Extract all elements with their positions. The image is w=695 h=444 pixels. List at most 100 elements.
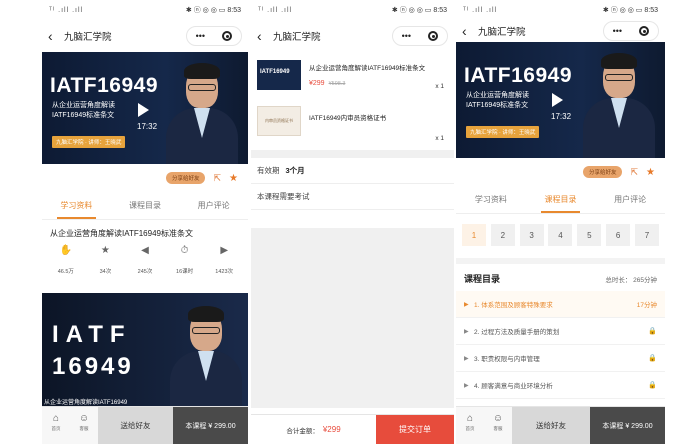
video-subtitle: 从企业运营角度解读IATF16949标准条文 — [466, 92, 529, 109]
service-tab[interactable]: ☺ 客服 — [70, 407, 98, 444]
status-time: 8:53 — [227, 7, 241, 14]
play-icon[interactable] — [138, 103, 149, 117]
more-icon[interactable]: ••• — [402, 31, 411, 41]
page-button[interactable]: 7 — [634, 224, 659, 246]
page-button[interactable]: 4 — [548, 224, 573, 246]
page-button[interactable]: 2 — [490, 224, 515, 246]
order-item-old-price: ¥598.3 — [328, 81, 346, 87]
share-to-friend-button[interactable]: 分享给好友 — [165, 172, 206, 184]
chat-icon: ☺ — [492, 413, 504, 424]
stat-likes: ✋ 46.5万 — [50, 245, 82, 275]
order-item-qty: x 1 — [435, 83, 444, 90]
certificate-thumbnail: 内审员资格证书 — [257, 106, 301, 136]
tab-reviews[interactable]: 用户评论 — [179, 192, 248, 219]
course-detail-screen: ᵀᴵ .ıll .ıll ✱ ⓝ ◎ ◎ ▭ 8:53 ‹ 九脑汇学院 ••• … — [42, 0, 248, 444]
checkout-bar: 合计金额： ¥299 提交订单 — [251, 414, 454, 444]
page-button[interactable]: 5 — [577, 224, 602, 246]
play-circle-icon: ▶ — [464, 301, 469, 308]
stat-value: 34次 — [99, 269, 112, 275]
mini-program-capsule: ••• — [603, 21, 659, 41]
instructor-photo — [166, 58, 238, 164]
home-icon: ⌂ — [52, 413, 60, 424]
nav-title: 九脑汇学院 — [478, 27, 526, 38]
close-mini-program-icon[interactable] — [639, 26, 650, 36]
star-icon: ★ — [100, 245, 110, 256]
order-item: IATF16949 从企业运营角度解读IATF16949标准条文 ¥299 ¥59… — [251, 52, 454, 98]
back-icon[interactable]: ‹ — [257, 28, 273, 44]
battery-icon: ▭ — [218, 7, 226, 14]
lesson-item[interactable]: ▶ 2. 过程方法及质量手册的策划 🔒 — [456, 318, 665, 345]
stat-favorites: ★ 34次 — [89, 245, 121, 275]
share-row: 分享给好友 ⇱ ★ — [42, 164, 248, 192]
close-mini-program-icon[interactable] — [428, 31, 439, 41]
export-icon[interactable]: ⇱ — [213, 173, 221, 184]
buy-course-button[interactable]: 本课程 ¥ 299.00 — [590, 407, 665, 444]
lesson-item[interactable]: ▶ 4. 顾客满意与商业环境分析 🔒 — [456, 372, 665, 399]
stat-value: 46.5万 — [57, 269, 74, 275]
order-screen: ᵀᴵ .ıll .ıll ✱ ⓝ ◎ ◎ ▭ 8:53 ‹ 九脑汇学院 ••• … — [251, 0, 454, 444]
back-icon[interactable]: ‹ — [48, 28, 64, 44]
stat-value: 245次 — [137, 269, 153, 275]
status-icons: ✱ ⓝ ◎ ◎ — [185, 7, 217, 14]
stat-hours: ⏱ 16课时 — [169, 245, 201, 275]
tab-catalog[interactable]: 课程目录 — [526, 186, 596, 213]
nav-bar: ‹ 九脑汇学院 ••• — [456, 20, 665, 42]
more-icon[interactable]: ••• — [613, 26, 622, 36]
signal-icon: ᵀᴵ .ıll .ıll — [463, 6, 498, 14]
more-icon[interactable]: ••• — [196, 31, 205, 41]
status-bar: ᵀᴵ .ıll .ıll ✱ ⓝ ◎ ◎ ▭ 8:53 — [251, 0, 454, 20]
validity-label: 有效期 — [257, 166, 280, 175]
course-poster: IATF 16949 从企业运营角度解读IATF16949 — [42, 293, 248, 406]
home-tab[interactable]: ⌂ 首页 — [42, 407, 70, 444]
buy-course-button[interactable]: 本课程 ¥ 299.00 — [173, 407, 248, 444]
play-icon[interactable] — [552, 93, 563, 107]
gift-to-friend-button[interactable]: 送给好友 — [512, 407, 590, 444]
nav-title: 九脑汇学院 — [64, 32, 112, 43]
exam-note: 本课程需要考试 — [257, 192, 310, 201]
lesson-item[interactable]: ▶ 3. 职责权限与内审管理 🔒 — [456, 345, 665, 372]
instructor-photo — [583, 48, 655, 158]
course-title: 从企业运营角度解读IATF16949标准条文 — [50, 229, 193, 238]
video-player[interactable]: IATF16949 从企业运营角度解读IATF16949标准条文 17:32 九… — [42, 52, 248, 164]
tab-materials[interactable]: 学习资料 — [456, 186, 526, 213]
page-button[interactable]: 6 — [606, 224, 631, 246]
divider — [251, 150, 454, 158]
tab-reviews[interactable]: 用户评论 — [595, 186, 665, 213]
favorite-star-icon[interactable]: ★ — [229, 173, 238, 184]
stat-plays: ▶ 1423次 — [208, 245, 240, 275]
tab-catalog[interactable]: 课程目录 — [111, 192, 180, 219]
home-tab[interactable]: ⌂ 首页 — [456, 407, 484, 444]
page-button[interactable]: 3 — [519, 224, 544, 246]
nav-title: 九脑汇学院 — [273, 32, 321, 43]
video-player[interactable]: IATF16949 从企业运营角度解读IATF16949标准条文 17:32 九… — [456, 42, 665, 158]
play-circle-icon: ▶ — [464, 382, 469, 389]
status-bar: ᵀᴵ .ıll .ıll ✱ ⓝ ◎ ◎ ▭ 8:53 — [42, 0, 248, 20]
course-tabs: 学习资料 课程目录 用户评论 — [42, 192, 248, 220]
order-total: 合计金额： ¥299 — [251, 415, 376, 444]
catalog-header: 课程目录 总时长： 265分钟 — [456, 264, 665, 291]
video-tagline: 九脑汇学院 · 讲师：王晓武 — [466, 126, 540, 138]
lesson-item[interactable]: ▶ 1. 体系范围及顾客特殊要求 17分钟 — [456, 291, 665, 318]
lesson-title: 4. 顾客满意与商业环境分析 — [474, 383, 553, 390]
close-mini-program-icon[interactable] — [222, 31, 233, 41]
gift-to-friend-button[interactable]: 送给好友 — [98, 407, 173, 444]
status-bar: ᵀᴵ .ıll .ıll ✱ ⓝ ◎ ◎ ▭ 8:53 — [456, 0, 665, 20]
lesson-title: 1. 体系范围及顾客特殊要求 — [474, 302, 553, 309]
course-thumbnail: IATF16949 — [257, 60, 301, 90]
back-icon[interactable]: ‹ — [462, 23, 478, 39]
exam-note-row: 本课程需要考试 — [251, 184, 454, 210]
bottom-bar: ⌂ 首页 ☺ 客服 送给好友 本课程 ¥ 299.00 — [42, 406, 248, 444]
order-item-title: 从企业运营角度解读IATF16949标准条文 — [309, 65, 426, 72]
submit-order-button[interactable]: 提交订单 — [376, 415, 454, 444]
lock-icon: 🔒 — [648, 328, 657, 335]
tab-materials[interactable]: 学习资料 — [42, 192, 111, 219]
bottom-bar: ⌂ 首页 ☺ 客服 送给好友 本课程 ¥ 299.00 — [456, 406, 665, 444]
service-label: 客服 — [79, 426, 89, 431]
page-button[interactable]: 1 — [462, 224, 486, 246]
export-icon[interactable]: ⇱ — [630, 167, 638, 178]
favorite-star-icon[interactable]: ★ — [646, 167, 655, 178]
service-tab[interactable]: ☺ 客服 — [484, 407, 512, 444]
share-to-friend-button[interactable]: 分享给好友 — [582, 166, 623, 178]
order-item-price: ¥299 — [309, 80, 325, 87]
chapter-pager: 1 2 3 4 5 6 7 — [456, 214, 665, 256]
